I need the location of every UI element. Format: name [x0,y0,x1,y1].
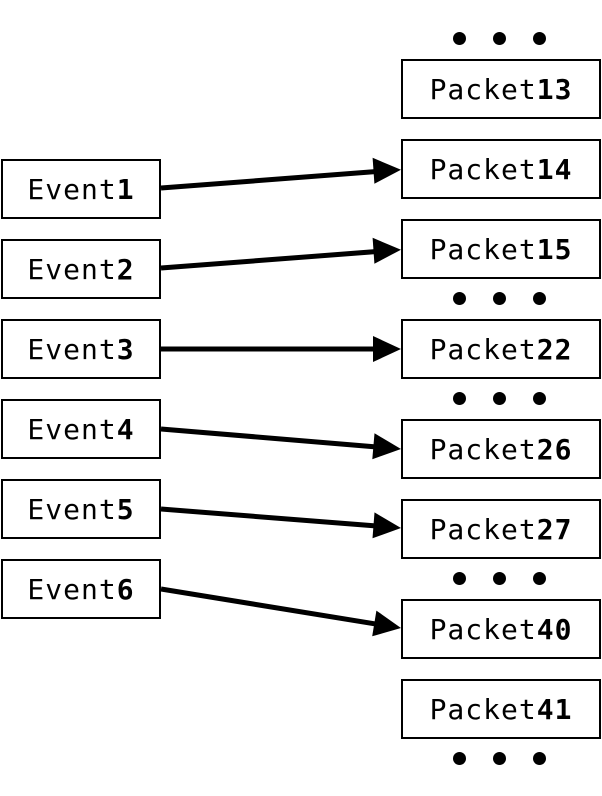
arrow-event-6-to-packet-40 [160,586,401,637]
arrow-event-4-to-packet-26 [160,426,401,460]
arrow-event-5-to-packet-27 [160,506,401,539]
arrow-event-2-to-packet-15 [160,237,401,271]
arrow-event-3-to-packet-22 [161,336,401,362]
event-packet-mapping-diagram: Event 1 Event 2 Event 3 Event 4 Event 5 … [0,0,602,796]
mapping-arrows [160,157,401,637]
arrow-event-1-to-packet-14 [160,157,401,191]
